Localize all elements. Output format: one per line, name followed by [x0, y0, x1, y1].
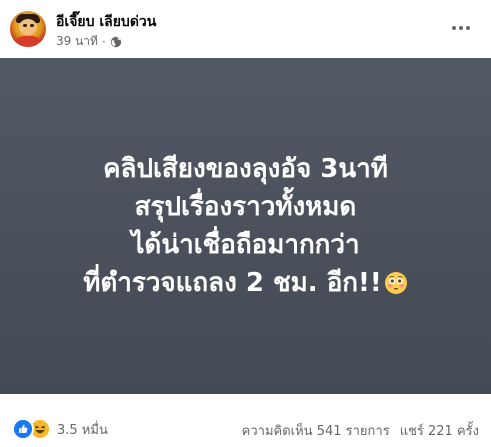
facebook-post: อีเจี๊ยบ เลียบด่วน 39 นาที · คลิปเสียงขอ…: [0, 0, 491, 447]
avatar-shirt: [14, 36, 42, 47]
post-header: อีเจี๊ยบ เลียบด่วน 39 นาที ·: [0, 0, 491, 58]
reaction-count: 3.5 หมื่น: [57, 422, 108, 438]
avatar-face: [19, 19, 37, 35]
more-horizontal-icon[interactable]: [447, 16, 475, 40]
page-avatar[interactable]: [10, 11, 46, 47]
more-dot: [459, 26, 463, 30]
share-count-link[interactable]: แชร์ 221 ครั้ง: [400, 420, 479, 441]
post-footer: 3.5 หมื่น ความคิดเห็น 541 รายการ แชร์ 22…: [0, 394, 491, 447]
more-dot: [466, 26, 470, 30]
avatar-eye-right: [30, 24, 34, 27]
meta-separator: ·: [101, 34, 106, 49]
flushed-face-icon: [384, 272, 407, 294]
post-meta: 39 นาที ·: [56, 32, 122, 51]
post-text-line-3: ได้น่าเชื่อถือมากกว่า: [131, 230, 360, 260]
comment-count-link[interactable]: ความคิดเห็น 541 รายการ: [242, 420, 390, 441]
page-name-link[interactable]: อีเจี๊ยบ เลียบด่วน: [56, 11, 156, 33]
more-dot: [452, 26, 456, 30]
post-stats: ความคิดเห็น 541 รายการ แชร์ 221 ครั้ง: [242, 420, 479, 441]
post-text-line-1: คลิปเสียงของลุงอัจ 3นาที: [103, 154, 388, 184]
post-text-line-2: สรุปเรื่องราวทั้งหมด: [134, 192, 357, 222]
globe-icon: [110, 36, 121, 47]
text-background-card: คลิปเสียงของลุงอัจ 3นาที สรุปเรื่องราวทั…: [0, 58, 491, 394]
like-icon: [12, 418, 34, 440]
post-text-line-4-text: ที่ตำรวจแถลง 2 ชม. อีก!!: [83, 268, 382, 298]
post-timestamp[interactable]: 39 นาที: [56, 32, 98, 51]
reactions-summary[interactable]: 3.5 หมื่น: [12, 418, 108, 440]
avatar-eye-left: [23, 24, 27, 27]
post-text-line-4: ที่ตำรวจแถลง 2 ชม. อีก!!: [26, 264, 466, 302]
post-text: คลิปเสียงของลุงอัจ 3นาที สรุปเรื่องราวทั…: [26, 150, 466, 302]
